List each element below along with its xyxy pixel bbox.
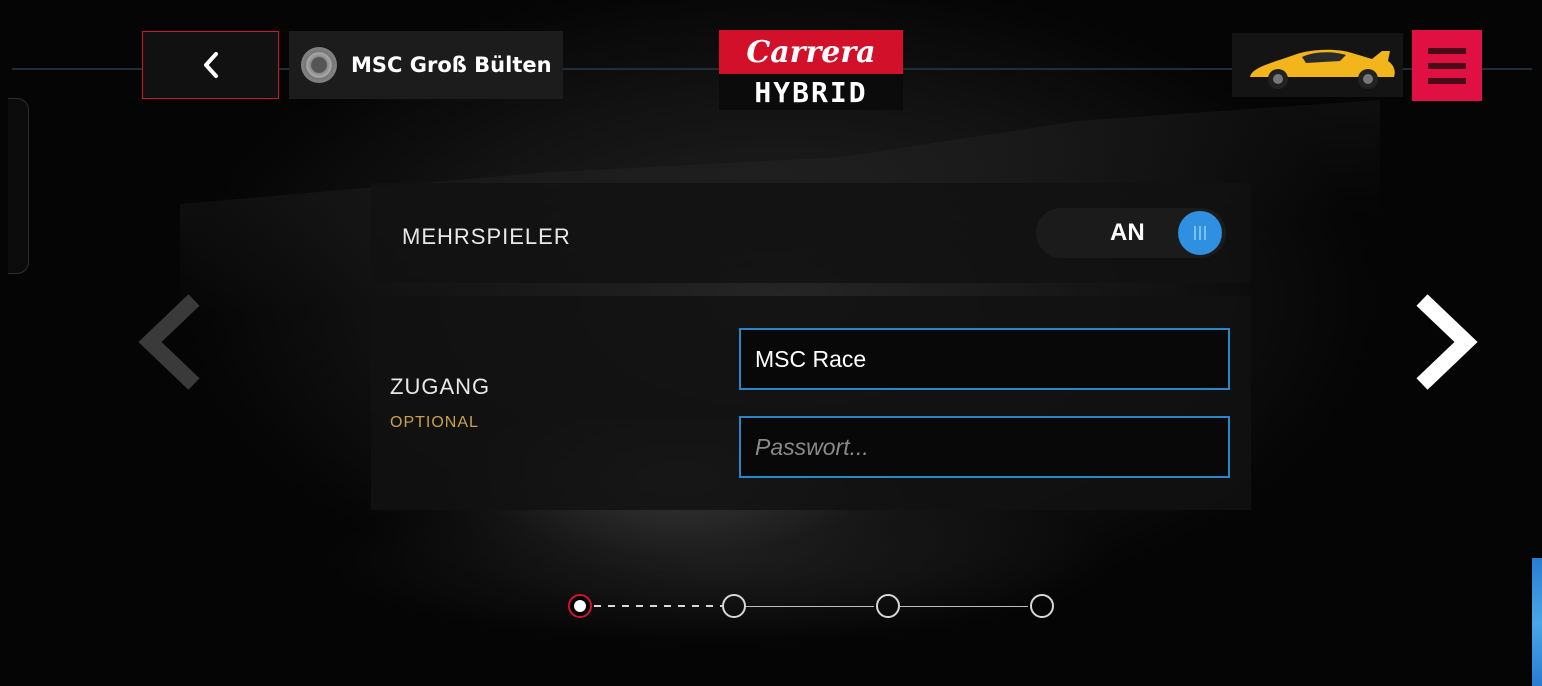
hamburger-icon-bar xyxy=(1428,62,1466,69)
track-icon xyxy=(301,47,337,83)
edge-indicator xyxy=(1532,558,1542,686)
chevron-right-icon[interactable] xyxy=(1412,292,1478,392)
multiplayer-label: MEHRSPIELER xyxy=(402,224,571,249)
access-label: ZUGANG xyxy=(390,374,491,399)
stepper-connector xyxy=(900,606,1028,607)
step-2-dot[interactable] xyxy=(722,594,746,618)
track-selector[interactable]: MSC Groß Bülten xyxy=(289,31,563,99)
back-button[interactable] xyxy=(142,31,279,99)
menu-button[interactable] xyxy=(1412,30,1482,101)
logo-bottom: HYBRID xyxy=(719,74,903,110)
multiplayer-toggle[interactable]: AN xyxy=(1036,208,1226,258)
username-field[interactable] xyxy=(739,328,1230,390)
logo-top: Carrera xyxy=(719,30,903,74)
password-field[interactable] xyxy=(739,416,1230,478)
track-name: MSC Groß Bülten xyxy=(351,53,552,77)
carrera-hybrid-logo: Carrera HYBRID xyxy=(719,30,903,110)
race-car-icon xyxy=(1250,49,1395,89)
stepper-connector xyxy=(594,605,722,607)
step-4-dot[interactable] xyxy=(1030,594,1054,618)
toggle-state-text: AN xyxy=(1110,219,1145,246)
stepper-connector xyxy=(746,606,874,607)
toggle-knob-icon xyxy=(1178,211,1222,255)
hamburger-icon-bar xyxy=(1428,47,1466,54)
step-1-dot[interactable] xyxy=(568,594,592,618)
chevron-left-icon xyxy=(203,52,218,78)
car-thumbnail[interactable] xyxy=(1232,33,1403,97)
optional-label: OPTIONAL xyxy=(390,414,479,431)
chevron-left-icon[interactable] xyxy=(138,292,202,392)
side-drawer-handle[interactable] xyxy=(8,98,29,274)
step-3-dot[interactable] xyxy=(876,594,900,618)
hamburger-icon-bar xyxy=(1428,77,1466,84)
